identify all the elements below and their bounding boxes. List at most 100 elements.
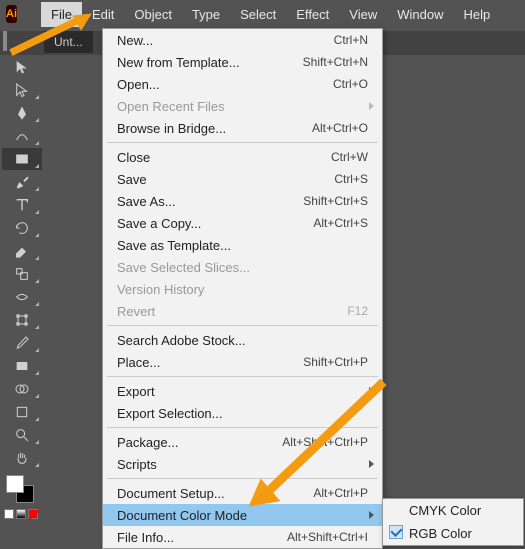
direct-selection-tool[interactable] bbox=[2, 79, 42, 101]
menu-item-shortcut: F12 bbox=[347, 304, 368, 318]
menu-item[interactable]: New...Ctrl+N bbox=[103, 29, 382, 51]
app-logo: Ai bbox=[6, 5, 17, 23]
menu-item-shortcut: Ctrl+O bbox=[333, 77, 368, 91]
hand-tool[interactable] bbox=[2, 447, 42, 469]
menu-item-label: Package... bbox=[117, 435, 282, 450]
menu-item-label: Save As... bbox=[117, 194, 303, 209]
curvature-tool[interactable] bbox=[2, 125, 42, 147]
menu-item[interactable]: Save a Copy...Alt+Ctrl+S bbox=[103, 212, 382, 234]
menu-item[interactable]: Document Color Mode bbox=[103, 504, 382, 526]
menu-item-label: New... bbox=[117, 33, 334, 48]
menu-item[interactable]: Scripts bbox=[103, 453, 382, 475]
menu-item-label: Document Color Mode bbox=[117, 508, 368, 523]
submenu-arrow-icon bbox=[369, 460, 374, 468]
panel-handle[interactable] bbox=[3, 31, 7, 51]
menu-item-label: Save a Copy... bbox=[117, 216, 313, 231]
menu-item-label: New from Template... bbox=[117, 55, 303, 70]
menu-separator bbox=[107, 427, 378, 428]
menu-item-shortcut: Alt+Shift+Ctrl+P bbox=[282, 435, 368, 449]
free-transform-tool[interactable] bbox=[2, 309, 42, 331]
menu-item-shortcut: Shift+Ctrl+S bbox=[303, 194, 368, 208]
color-mode-row[interactable] bbox=[4, 509, 40, 519]
menu-item-label: Revert bbox=[117, 304, 347, 319]
color-mode-submenu: CMYK Color RGB Color bbox=[382, 498, 524, 546]
menu-item-shortcut: Alt+Ctrl+O bbox=[312, 121, 368, 135]
menu-item-label: Document Setup... bbox=[117, 486, 313, 501]
menu-item-label: Search Adobe Stock... bbox=[117, 333, 368, 348]
rotate-tool[interactable] bbox=[2, 217, 42, 239]
pen-tool[interactable] bbox=[2, 102, 42, 124]
menu-item-label: Export bbox=[117, 384, 368, 399]
menu-help[interactable]: Help bbox=[453, 2, 500, 27]
menu-item-shortcut: Shift+Ctrl+N bbox=[303, 55, 368, 69]
menu-item: Version History bbox=[103, 278, 382, 300]
menu-item[interactable]: Export Selection... bbox=[103, 402, 382, 424]
width-tool[interactable] bbox=[2, 286, 42, 308]
selection-tool[interactable] bbox=[2, 56, 42, 78]
menu-item-shortcut: Shift+Ctrl+P bbox=[303, 355, 368, 369]
eyedropper-tool[interactable] bbox=[2, 332, 42, 354]
menu-separator bbox=[107, 478, 378, 479]
menu-item[interactable]: Search Adobe Stock... bbox=[103, 329, 382, 351]
menu-item[interactable]: File Info...Alt+Shift+Ctrl+I bbox=[103, 526, 382, 548]
menu-type[interactable]: Type bbox=[182, 2, 230, 27]
menu-item-shortcut: Alt+Ctrl+P bbox=[313, 486, 368, 500]
submenu-arrow-icon bbox=[369, 387, 374, 395]
menu-item-label: Browse in Bridge... bbox=[117, 121, 312, 136]
menu-item[interactable]: Export bbox=[103, 380, 382, 402]
document-tab[interactable]: Unt... bbox=[44, 31, 93, 53]
menu-item-label: Version History bbox=[117, 282, 368, 297]
tool-panel bbox=[0, 55, 44, 548]
top-bar: Ai File Edit Object Type Select Effect V… bbox=[0, 0, 525, 28]
scale-tool[interactable] bbox=[2, 263, 42, 285]
submenu-rgb[interactable]: RGB Color bbox=[383, 522, 523, 545]
menu-item-shortcut: Ctrl+W bbox=[331, 150, 368, 164]
menu-item[interactable]: New from Template...Shift+Ctrl+N bbox=[103, 51, 382, 73]
menu-item[interactable]: Save as Template... bbox=[103, 234, 382, 256]
menu-item-label: Save Selected Slices... bbox=[117, 260, 368, 275]
menu-item: Save Selected Slices... bbox=[103, 256, 382, 278]
paintbrush-tool[interactable] bbox=[2, 171, 42, 193]
menu-item[interactable]: Open...Ctrl+O bbox=[103, 73, 382, 95]
menu-item-label: Export Selection... bbox=[117, 406, 368, 421]
menu-item: RevertF12 bbox=[103, 300, 382, 322]
workspace-switcher[interactable] bbox=[500, 2, 525, 26]
menu-select[interactable]: Select bbox=[230, 2, 286, 27]
menu-edit[interactable]: Edit bbox=[82, 2, 124, 27]
menu-item-label: Save bbox=[117, 172, 334, 187]
menu-window[interactable]: Window bbox=[387, 2, 453, 27]
menu-file[interactable]: File bbox=[41, 2, 82, 27]
menu-item[interactable]: CloseCtrl+W bbox=[103, 146, 382, 168]
menu-item-shortcut: Ctrl+N bbox=[334, 33, 368, 47]
menu-item-label: Place... bbox=[117, 355, 303, 370]
check-icon bbox=[389, 525, 403, 539]
gradient-tool[interactable] bbox=[2, 355, 42, 377]
submenu-arrow-icon bbox=[369, 102, 374, 110]
file-menu-dropdown: New...Ctrl+NNew from Template...Shift+Ct… bbox=[102, 28, 383, 549]
menu-item-shortcut: Ctrl+S bbox=[334, 172, 368, 186]
menu-object[interactable]: Object bbox=[124, 2, 182, 27]
rectangle-tool[interactable] bbox=[2, 148, 42, 170]
menu-item-label: File Info... bbox=[117, 530, 287, 545]
menu-item-label: Open Recent Files bbox=[117, 99, 368, 114]
menu-item[interactable]: SaveCtrl+S bbox=[103, 168, 382, 190]
menu-item[interactable]: Place...Shift+Ctrl+P bbox=[103, 351, 382, 373]
menu-item-label: Save as Template... bbox=[117, 238, 368, 253]
menu-item-shortcut: Alt+Shift+Ctrl+I bbox=[287, 530, 368, 544]
menu-item[interactable]: Document Setup...Alt+Ctrl+P bbox=[103, 482, 382, 504]
eraser-tool[interactable] bbox=[2, 240, 42, 262]
submenu-arrow-icon bbox=[369, 511, 374, 519]
artboard-tool[interactable] bbox=[2, 401, 42, 423]
menu-item[interactable]: Browse in Bridge...Alt+Ctrl+O bbox=[103, 117, 382, 139]
grid-icon bbox=[500, 2, 520, 26]
submenu-cmyk[interactable]: CMYK Color bbox=[383, 499, 523, 522]
menu-item[interactable]: Package...Alt+Shift+Ctrl+P bbox=[103, 431, 382, 453]
zoom-tool[interactable] bbox=[2, 424, 42, 446]
shape-builder-tool[interactable] bbox=[2, 378, 42, 400]
menu-item-label: Scripts bbox=[117, 457, 368, 472]
type-tool[interactable] bbox=[2, 194, 42, 216]
menu-view[interactable]: View bbox=[339, 2, 387, 27]
menu-effect[interactable]: Effect bbox=[286, 2, 339, 27]
fill-stroke-swatch[interactable] bbox=[6, 475, 34, 503]
menu-item[interactable]: Save As...Shift+Ctrl+S bbox=[103, 190, 382, 212]
